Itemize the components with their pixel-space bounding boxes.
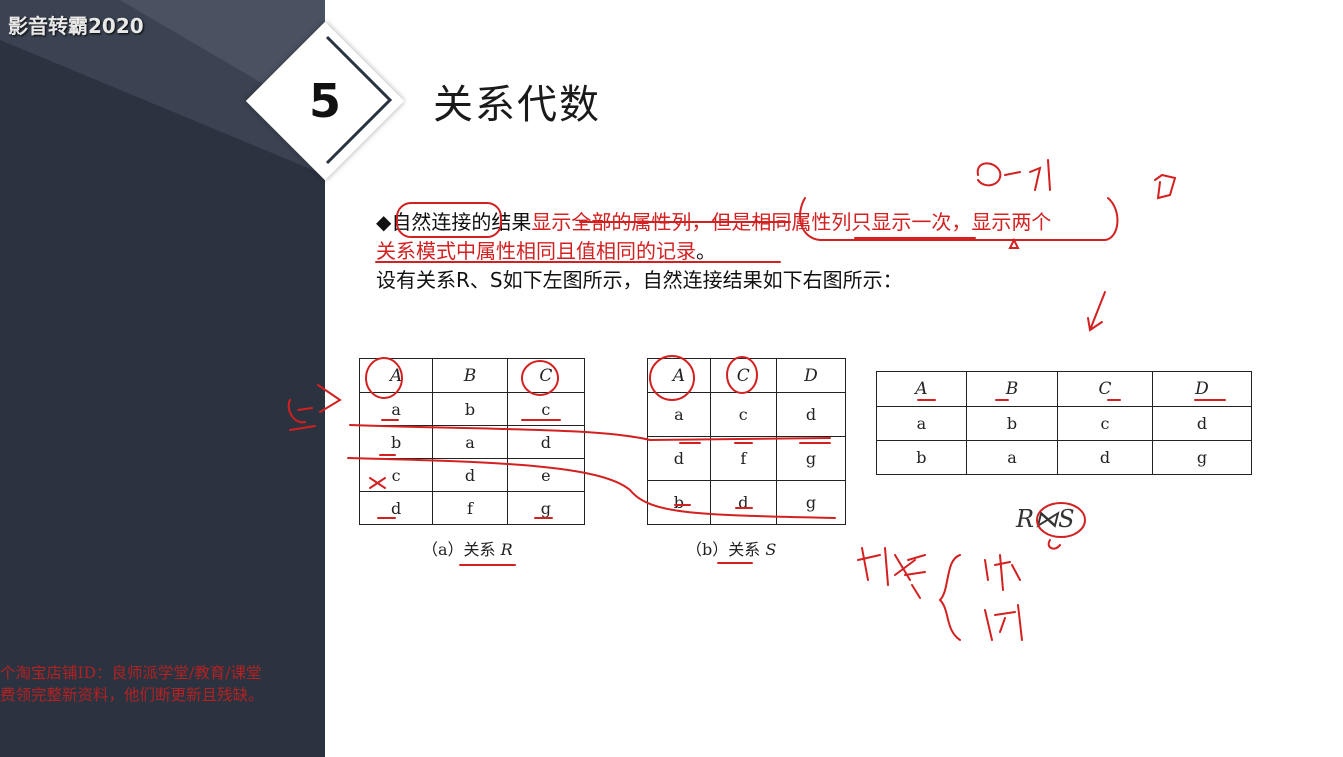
table-cell: d bbox=[506, 425, 586, 459]
table-cell: g bbox=[775, 480, 847, 525]
table-cell: d bbox=[775, 392, 847, 437]
table-cell: c bbox=[1057, 406, 1153, 441]
table-row: b a d g bbox=[876, 440, 1253, 475]
para-part-5: 但是相同属性列只显示一次 bbox=[711, 210, 952, 234]
caption-underlines bbox=[459, 562, 753, 566]
table-header-row: A C D bbox=[647, 358, 847, 393]
caption-relation-s: （b）关系 S bbox=[686, 536, 776, 560]
para-part-3: 显示全部的属性列 bbox=[531, 210, 692, 234]
table-cell: a bbox=[876, 406, 967, 441]
bullet-icon: ◆ bbox=[376, 210, 392, 234]
table-cell: g bbox=[1151, 440, 1253, 475]
brace-icon bbox=[938, 554, 961, 641]
table-cell: a bbox=[965, 440, 1059, 475]
promo-line-1: 个淘宝店铺ID：良师派学堂/教育/课堂 bbox=[0, 664, 262, 682]
para-part-8: 。 bbox=[696, 239, 716, 263]
table-cell: b bbox=[965, 406, 1059, 441]
table-row: d f g bbox=[358, 491, 586, 525]
table-cell: a bbox=[358, 392, 434, 426]
table-cell: a bbox=[432, 425, 508, 459]
table-row: a c d bbox=[647, 392, 847, 437]
header-cell: C bbox=[709, 358, 777, 393]
table-row: b a d bbox=[358, 425, 586, 459]
table-row: a b c bbox=[358, 392, 586, 426]
section-title: 关系代数 bbox=[433, 82, 601, 128]
caption-prefix: （b）关系 bbox=[686, 540, 766, 559]
scribble-column bbox=[984, 604, 1023, 641]
scribble-row bbox=[984, 554, 1021, 591]
table-cell: g bbox=[775, 436, 847, 481]
header-cell: A bbox=[358, 358, 434, 393]
table-cell: d bbox=[1151, 406, 1253, 441]
table-row: c d e bbox=[358, 458, 586, 492]
scribble-join-note bbox=[1047, 539, 1061, 550]
table-cell: g bbox=[506, 491, 586, 525]
app-watermark: 影音转霸2020 bbox=[8, 14, 144, 38]
caption-prefix: （a）关系 bbox=[422, 540, 501, 559]
table-cell: e bbox=[506, 458, 586, 492]
header-cell: B bbox=[432, 358, 508, 393]
table-header-row: A B C bbox=[358, 358, 586, 393]
table-join-result: A B C D a b c d b a d g bbox=[876, 371, 1253, 475]
para-part-7: 关系模式中属性相同且值相同的记录 bbox=[376, 239, 696, 263]
table-cell: c bbox=[506, 392, 586, 426]
body-paragraph: ◆自然连接的结果显示全部的属性列，但是相同属性列只显示一次，显示两个 关系模式中… bbox=[376, 208, 1256, 295]
para-part-4: ， bbox=[691, 210, 712, 234]
header-cell: C bbox=[506, 358, 586, 393]
caption-var: R bbox=[500, 540, 513, 559]
table-cell: b bbox=[432, 392, 508, 426]
header-cell: B bbox=[965, 371, 1059, 407]
table-cell: d bbox=[647, 436, 711, 481]
caption-relation-r: （a）关系 R bbox=[422, 536, 513, 560]
section-number: 5 bbox=[308, 74, 341, 128]
table-relation-r: A B C a b c b a d c d e d f g bbox=[358, 358, 586, 525]
promo-line-2: 费领完整新资料，他们断更新且残缺。 bbox=[0, 686, 264, 704]
table-header-row: A B C D bbox=[876, 371, 1253, 407]
header-cell: A bbox=[647, 358, 711, 393]
promo-text: 个淘宝店铺ID：良师派学堂/教育/课堂 费领完整新资料，他们断更新且残缺。 bbox=[0, 662, 350, 706]
scribble-two bbox=[1154, 173, 1177, 200]
para-part-2: 的结果 bbox=[471, 210, 532, 234]
table-cell: d bbox=[1057, 440, 1153, 475]
header-cell: D bbox=[1151, 371, 1253, 407]
table-cell: b bbox=[876, 440, 967, 475]
para-line-3: 设有关系R、S如下左图所示，自然连接结果如下右图所示： bbox=[376, 268, 903, 292]
table-row: d f g bbox=[647, 436, 847, 481]
table-cell: d bbox=[432, 458, 508, 492]
para-part-6: ，显示两个 bbox=[951, 210, 1052, 234]
scribble-one-column bbox=[976, 159, 1051, 191]
table-row: b d g bbox=[647, 480, 847, 525]
table-row: a b c d bbox=[876, 406, 1253, 441]
arrow-down-icon bbox=[1087, 291, 1106, 332]
table-cell: b bbox=[647, 480, 711, 525]
caption-var: S bbox=[765, 540, 777, 559]
table-relation-s: A C D a c d d f g b d g bbox=[647, 358, 847, 525]
table-cell: d bbox=[358, 491, 434, 525]
header-cell: D bbox=[775, 358, 847, 393]
table-cell: c bbox=[709, 392, 777, 437]
table-cell: b bbox=[358, 425, 434, 459]
scribble-result-word bbox=[857, 547, 926, 599]
para-part-1: 自然连接 bbox=[391, 210, 472, 234]
table-cell: a bbox=[647, 392, 711, 437]
header-cell: A bbox=[876, 371, 967, 407]
table-cell: f bbox=[709, 436, 777, 481]
table-cell: c bbox=[358, 458, 434, 492]
join-label: R⋈S bbox=[1016, 505, 1075, 533]
header-cell: C bbox=[1057, 371, 1153, 407]
table-cell: d bbox=[709, 480, 777, 525]
table-cell: f bbox=[432, 491, 508, 525]
